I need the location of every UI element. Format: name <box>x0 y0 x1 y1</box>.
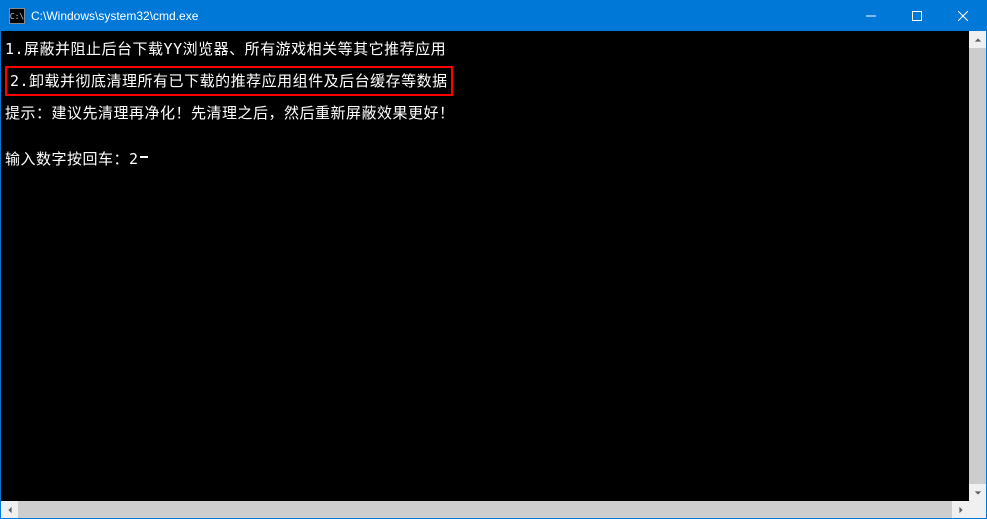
chevron-left-icon <box>6 506 14 514</box>
console-output[interactable]: 1.屏蔽并阻止后台下载YY浏览器、所有游戏相关等其它推荐应用 2.卸载并彻底清理… <box>1 31 969 501</box>
chevron-right-icon <box>957 506 965 514</box>
minimize-icon <box>866 11 876 21</box>
scroll-down-button[interactable] <box>969 484 986 501</box>
input-value[interactable]: 2 <box>129 147 139 171</box>
chevron-down-icon <box>974 489 982 497</box>
option-2-line: 2.卸载并彻底清理所有已下载的推荐应用组件及后台缓存等数据 <box>5 65 965 97</box>
scroll-thumb-vertical[interactable] <box>969 48 986 484</box>
scroll-corner <box>969 501 986 518</box>
scroll-right-button[interactable] <box>952 501 969 518</box>
cursor <box>140 156 148 158</box>
minimize-button[interactable] <box>848 1 894 31</box>
bottom-bar <box>1 501 986 518</box>
prompt-line: 输入数字按回车：2 <box>5 147 965 171</box>
scroll-track-vertical[interactable] <box>969 48 986 484</box>
scroll-left-button[interactable] <box>1 501 18 518</box>
cmd-window: C:\ C:\Windows\system32\cmd.exe 1.屏蔽并阻止后… <box>0 0 987 519</box>
content-area: 1.屏蔽并阻止后台下载YY浏览器、所有游戏相关等其它推荐应用 2.卸载并彻底清理… <box>1 31 986 501</box>
option-1-line: 1.屏蔽并阻止后台下载YY浏览器、所有游戏相关等其它推荐应用 <box>5 37 965 61</box>
hint-line: 提示：建议先清理再净化！先清理之后，然后重新屏蔽效果更好！ <box>5 101 965 125</box>
maximize-button[interactable] <box>894 1 940 31</box>
chevron-up-icon <box>974 36 982 44</box>
scroll-track-horizontal[interactable] <box>18 501 952 518</box>
blank-line <box>5 129 965 147</box>
close-icon <box>958 11 968 21</box>
highlighted-option: 2.卸载并彻底清理所有已下载的推荐应用组件及后台缓存等数据 <box>5 66 453 96</box>
vertical-scrollbar[interactable] <box>969 31 986 501</box>
window-title: C:\Windows\system32\cmd.exe <box>31 9 198 23</box>
titlebar[interactable]: C:\ C:\Windows\system32\cmd.exe <box>1 1 986 31</box>
scroll-thumb-horizontal[interactable] <box>18 501 952 518</box>
scroll-up-button[interactable] <box>969 31 986 48</box>
close-button[interactable] <box>940 1 986 31</box>
prompt-label: 输入数字按回车： <box>5 147 129 171</box>
app-icon: C:\ <box>9 8 25 24</box>
maximize-icon <box>912 11 922 21</box>
horizontal-scrollbar[interactable] <box>1 501 969 518</box>
